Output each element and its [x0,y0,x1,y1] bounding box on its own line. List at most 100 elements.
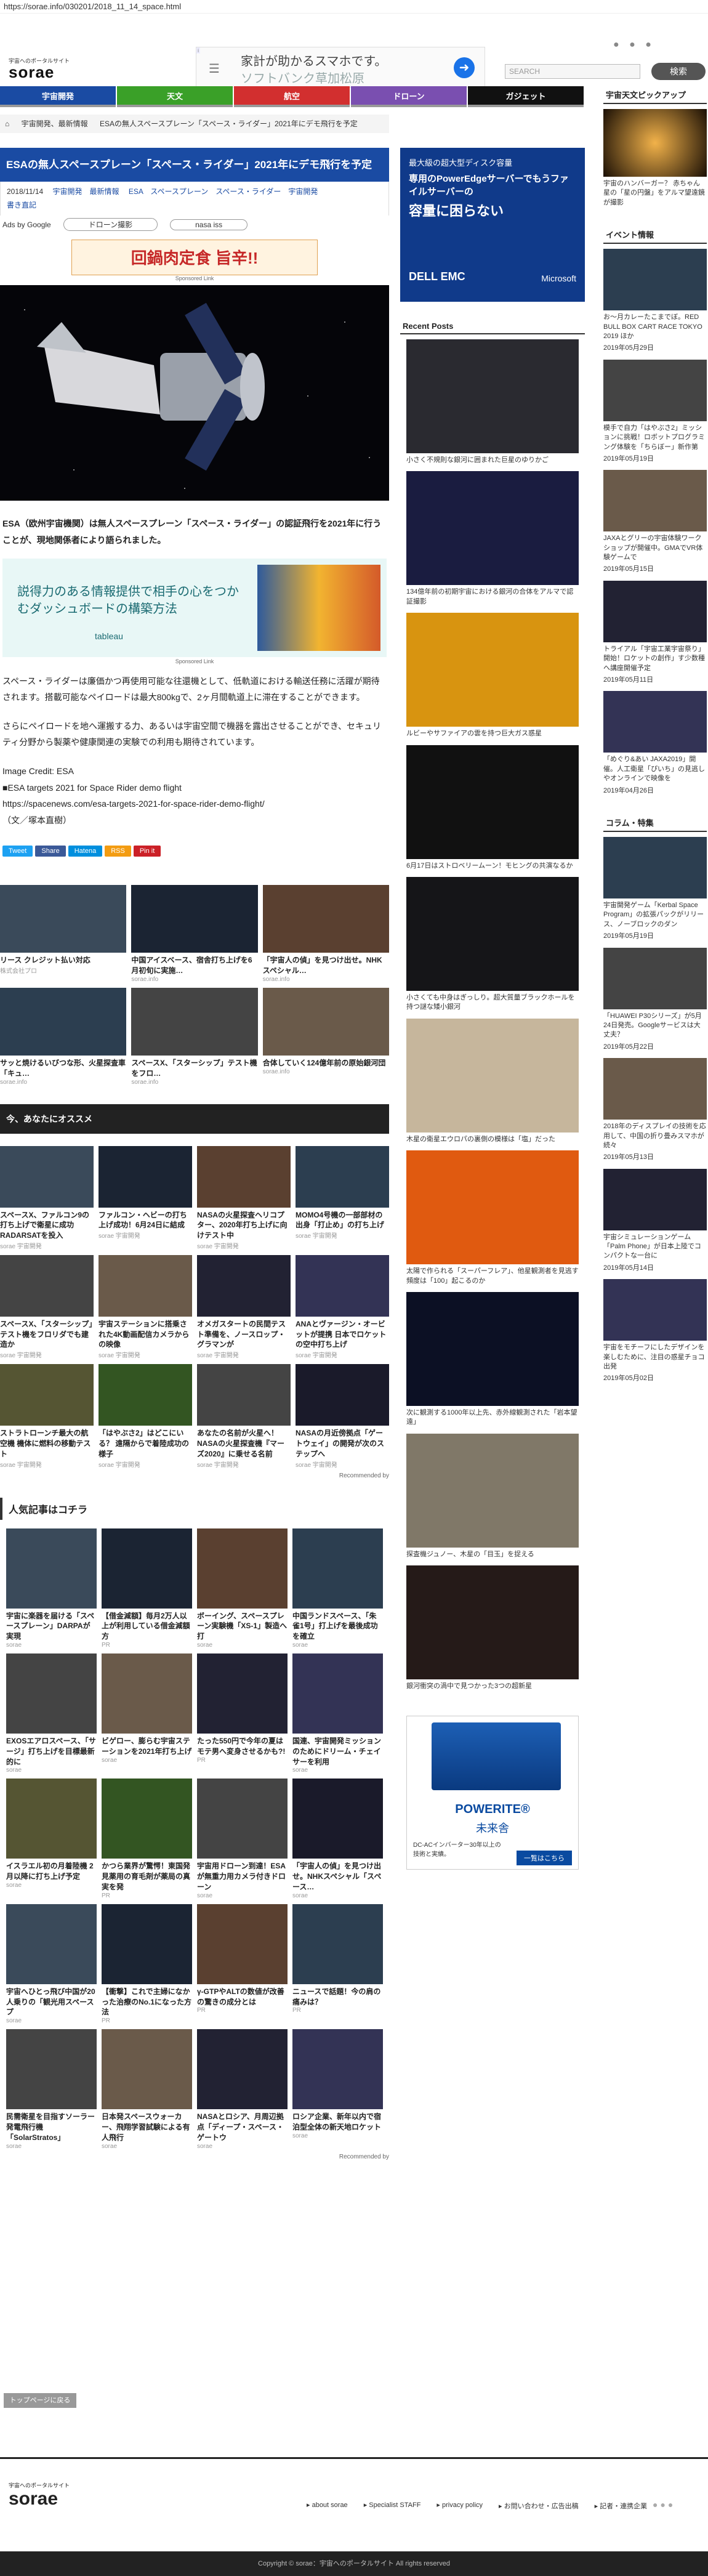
search-button[interactable]: 検索 [651,63,706,80]
tag-link[interactable]: 宇宙開発 [288,187,318,196]
nav-item[interactable]: 航空 [234,86,350,107]
share-button[interactable]: Share [35,846,66,857]
ad-info-icon[interactable]: i [196,47,200,54]
grid-item[interactable]: 「はやぶさ2」はどこにいる？ 遠隔からで着陸成功の様子 sorae 宇宙開発 [99,1364,192,1469]
grid-item[interactable]: MOMO4号機の一部部材の出身「打止め」の打ち上げ sorae 宇宙開発 [296,1145,389,1250]
grid-item[interactable]: あなたの名前が火星へ！NASAの火星探査機『マーズ2020』に乗せる名前 sora… [197,1364,291,1469]
category-link[interactable]: 最新情報 [90,187,119,196]
share-button[interactable]: Pin it [133,846,161,857]
grid-item[interactable]: 合体していく124億年前の原始銀河団 sorae.info [262,987,389,1086]
footer-link[interactable]: ▸ お問い合わせ・広告出稿 [499,2501,579,2511]
share-button[interactable]: RSS [105,846,131,857]
grid-item[interactable]: リース クレジット払い対応 株式会社プロ [0,885,127,983]
grid-item[interactable]: 宇宙ステーションに搭乗された4K動画配信カメラからの映像 sorae 宇宙開発 [99,1254,192,1359]
grid-item[interactable]: スペースX、「スターシップ」テスト機をフロリダでも建造か sorae 宇宙開発 [0,1254,94,1359]
grid-item[interactable]: 国連、宇宙開発ミッションのためにドリーム・チェイサーを利用 sorae [292,1653,383,1774]
ad-tag-button[interactable]: ドローン撮影 [63,218,158,232]
side-post[interactable]: 「めぐり&あい JAXA2019」開催。人工衛星「ぴいち」の見逃しやオンラインで… [603,691,707,796]
home-icon[interactable]: ⌂ [5,119,9,128]
side-post[interactable]: お〜月カレーたこまでぼ。RED BULL BOX CART RACE TOKYO… [603,249,707,353]
powerite-ad[interactable]: POWERITE® 未来舎 DC-ACインバーター30年以上の技術と実績。 一覧… [406,1716,579,1870]
grid-item[interactable]: サッと焼けるいびつな形、火星探査車「キュ… sorae.info [0,987,127,1086]
share-button[interactable]: Tweet [2,846,33,857]
grid-item[interactable]: ストラトローンチ最大の航空機 機体に燃料の移動テスト sorae 宇宙開発 [0,1364,94,1469]
side-post[interactable]: 宇宙開発ゲーム「Kerbal Space Program」の拡張パックがリリース… [603,836,707,942]
back-to-top-button[interactable]: トップページに戻る [4,2393,76,2408]
recent-post[interactable]: 銀河衝突の渦中で見つかった3つの超新星 [406,1565,579,1691]
grid-item[interactable]: 日本発スペースウォーカー、飛翔学習試験による有人飛行 sorae [102,2029,192,2150]
grid-item[interactable]: オメガスタートの民間テスト準備を、ノースロップ・グラマンが sorae 宇宙開発 [197,1254,291,1359]
recent-post[interactable]: 小さく不規則な銀河に囲まれた巨星のゆりかご [406,339,579,465]
ad-tag-button[interactable]: nasa iss [170,219,248,230]
grid-item[interactable]: 中国アイスベース、宿舎打ち上げを6月初旬に実施… sorae.info [131,885,258,983]
grid-item[interactable]: かつら業界が驚愕！東国発見薬用の育毛剤が薬局の真実を発 PR [102,1779,192,1899]
share-button[interactable]: Hatena [68,846,103,857]
recent-post[interactable]: 次に観測する1000年以上先、赤外線観測された「岩本望遠」 [406,1291,579,1427]
grid-item[interactable]: 【衝撃】これで主婦になかった治療のNo.1になった方法 PR [102,1904,192,2024]
footer-logo[interactable]: sorae [9,2489,58,2509]
grid-item[interactable]: たった550円で今年の夏はモテ男へ変身させるかも?! PR [197,1653,288,1774]
breadcrumb-category[interactable]: 宇宙開発、最新情報 [22,119,88,128]
grid-item[interactable]: 「宇宙人の偵」を見つけ出せ。NHKスペシャル… sorae.info [262,885,389,983]
grid-item[interactable]: γ-GTPやALTの数値が改善の驚きの成分とは PR [197,1904,288,2024]
grid-item[interactable]: NASAの火星探査ヘリコプター、2020年打ち上げに向けテスト中 sorae 宇宙… [197,1145,291,1250]
nav-item[interactable]: 宇宙開発 [0,86,116,107]
grid-item[interactable]: ニュースで話題！今の肩の痛みは？ PR [292,1904,383,2024]
grid-item[interactable]: ボーイング、スペースプレーン実験機「XS-1」製造へ 打 sorae [197,1528,288,1649]
tag-link[interactable]: ESA [129,187,143,196]
recent-post[interactable]: ルビーやサファイアの雲を持つ巨大ガス惑星 [406,613,579,738]
nav-item[interactable]: ドローン [351,86,467,107]
grid-item[interactable]: ロシア企業、新年以内で宿泊型全体の新天地ロケット sorae [292,2029,383,2149]
grid-item[interactable]: NASAの月近傍拠点「ゲートウェイ」の開発が次のステップへ sorae 宇宙開発 [296,1364,389,1469]
nav-item[interactable]: 天文 [117,86,233,107]
category-link[interactable]: 宇宙開発 [53,187,82,196]
tag-link[interactable]: スペース・ライダー [215,187,281,196]
tag-link[interactable]: スペースプレーン [150,187,208,196]
grid-item[interactable]: 宇宙用ドローン到達！ESAが無重力用カメラ付きドローン sorae [197,1779,288,1899]
side-post[interactable]: 宇宙をモチーフにしたデザインを楽しむために、注目の惑星チョコ出発 2019年05月… [603,1279,707,1384]
header-ad-banner[interactable]: i ☰ 家計が助かるスマホです。 ソフトバンク草加松原 ➜ [196,47,485,87]
grid-item[interactable]: ANAとヴァージン・オービットが提携 日本でロケットの空中打ち上げ sorae 宇… [296,1254,389,1359]
recent-post[interactable]: 探査機ジュノー、木星の「目玉」を捉える [406,1433,579,1559]
recent-post[interactable]: 6月17日はストロベリームーン！モヒングの共演なるか [406,745,579,871]
grid-item[interactable]: EXOSエアロスペース、「サージ」打ち上げを目標最新的に sorae [6,1653,97,1774]
source-url[interactable]: https://spacenews.com/esa-targets-2021-f… [0,796,389,812]
side-post[interactable]: 模手で自力「はやぶさ2」ミッションに挑戦！ロボットプログラミング体験を「ちらぼー… [603,359,707,464]
grid-item[interactable]: 宇宙に楽器を届ける「スペースプレーン」DARPAが実現 sorae [6,1528,97,1649]
grid-item[interactable]: イスラエル初の月着陸機 2月以降に打ち上げ予定 sorae [6,1779,97,1899]
footer-social-icons[interactable]: ●●● [653,2500,675,2509]
grid-item[interactable]: NASAとロシア、月周辺拠点「ディープ・スペース・ゲートウ sorae [197,2029,288,2150]
search-input[interactable]: SEARCH [505,64,640,79]
url-bar[interactable]: https://sorae.info/030201/2018_11_14_spa… [0,0,708,14]
grid-item[interactable]: 「宇宙人の偵」を見つけ出せ。NHKスペシャル「スペース… sorae [292,1779,383,1899]
pickup-item[interactable]: 宇宙のハンバーガー？ 赤ちゃん星の「星の円盤」をアルマ望遠鏡が撮影 [603,109,707,208]
ad-arrow-icon[interactable]: ➜ [454,57,475,78]
recent-post[interactable]: 134億年前の初期宇宙における銀河の合体をアルマで認証撮影 [406,471,579,607]
grid-item[interactable]: スペースX、ファルコン9の打ち上げで衛星に成功 RADARSATを投入 sorae… [0,1145,94,1250]
dell-ad[interactable]: 最大級の超大型ディスク容量 専用のPowerEdgeサーバーでもうファイルサーバ… [400,148,585,302]
site-logo[interactable]: sorae [9,63,54,82]
grid-item[interactable]: 中国ランドスペース、「朱雀1号」打上げを最後成功を確立 sorae [292,1528,383,1649]
side-post[interactable]: 宇宙シミュレーションゲーム「Palm Phone」が日本上陸でコンパクトな一台に… [603,1168,707,1274]
recent-post[interactable]: 太陽で作られる「スーパーフレア」、他星観測者を見逃す頻度は「100」起こるのか [406,1150,579,1286]
side-post[interactable]: 「HUAWEI P30シリーズ」が5月24日発売。Googleサービスは大丈夫？… [603,947,707,1052]
side-post[interactable]: 2018年のディスプレイの技術を応用して、中国の折り畳みスマホが続々 2019年0… [603,1058,707,1163]
footer-link[interactable]: ▸ privacy policy [436,2501,483,2511]
grid-item[interactable]: 宇宙へひとっ飛び中国が20人乗りの「観光用スペースプ sorae [6,1904,97,2024]
footer-link[interactable]: ▸ about sorae [307,2501,348,2511]
ad-cta-button[interactable]: 一覧はこちら [517,1851,572,1866]
side-post[interactable]: トライアル「宇宙工業宇宙祭り」開始！ロケットの創作」す少数種へ講座開催予定 201… [603,580,707,685]
social-icons[interactable]: ● ● ● [613,39,655,50]
grid-item[interactable]: 【借金減額】毎月2万人以上が利用している借金減額方 PR [102,1528,192,1649]
grid-item[interactable]: ファルコン・ヘビーの打ち上げ成功！6月24日に結成 sorae 宇宙開発 [99,1145,192,1250]
author-link[interactable]: 書き直記 [7,201,36,209]
tableau-ad[interactable]: 説得力のある情報提供で相手の心をつかむダッシュボードの構築方法 tableau [2,558,387,657]
recent-post[interactable]: 小さくても中身はぎっしり。超大質量ブラックホールを持つ謎な矮小銀河 [406,876,579,1012]
side-post[interactable]: JAXAとグリーの宇宙体験ワークショップが開催中。GMAでVR体験ゲームで 201… [603,470,707,575]
nav-item[interactable]: ガジェット [468,86,584,107]
footer-link[interactable]: ▸ Specialist STAFF [364,2501,421,2511]
footer-link[interactable]: ▸ 記者・連携企業 [595,2501,648,2511]
grid-item[interactable]: 民需衛星を目指すソーラー発電飛行機「SolarStratos」 sorae [6,2029,97,2150]
recent-post[interactable]: 木星の衛星エウロパの裏側の模様は「塩」だった [406,1018,579,1144]
inline-ad[interactable]: 回鍋肉定食 旨辛!! [71,240,318,276]
